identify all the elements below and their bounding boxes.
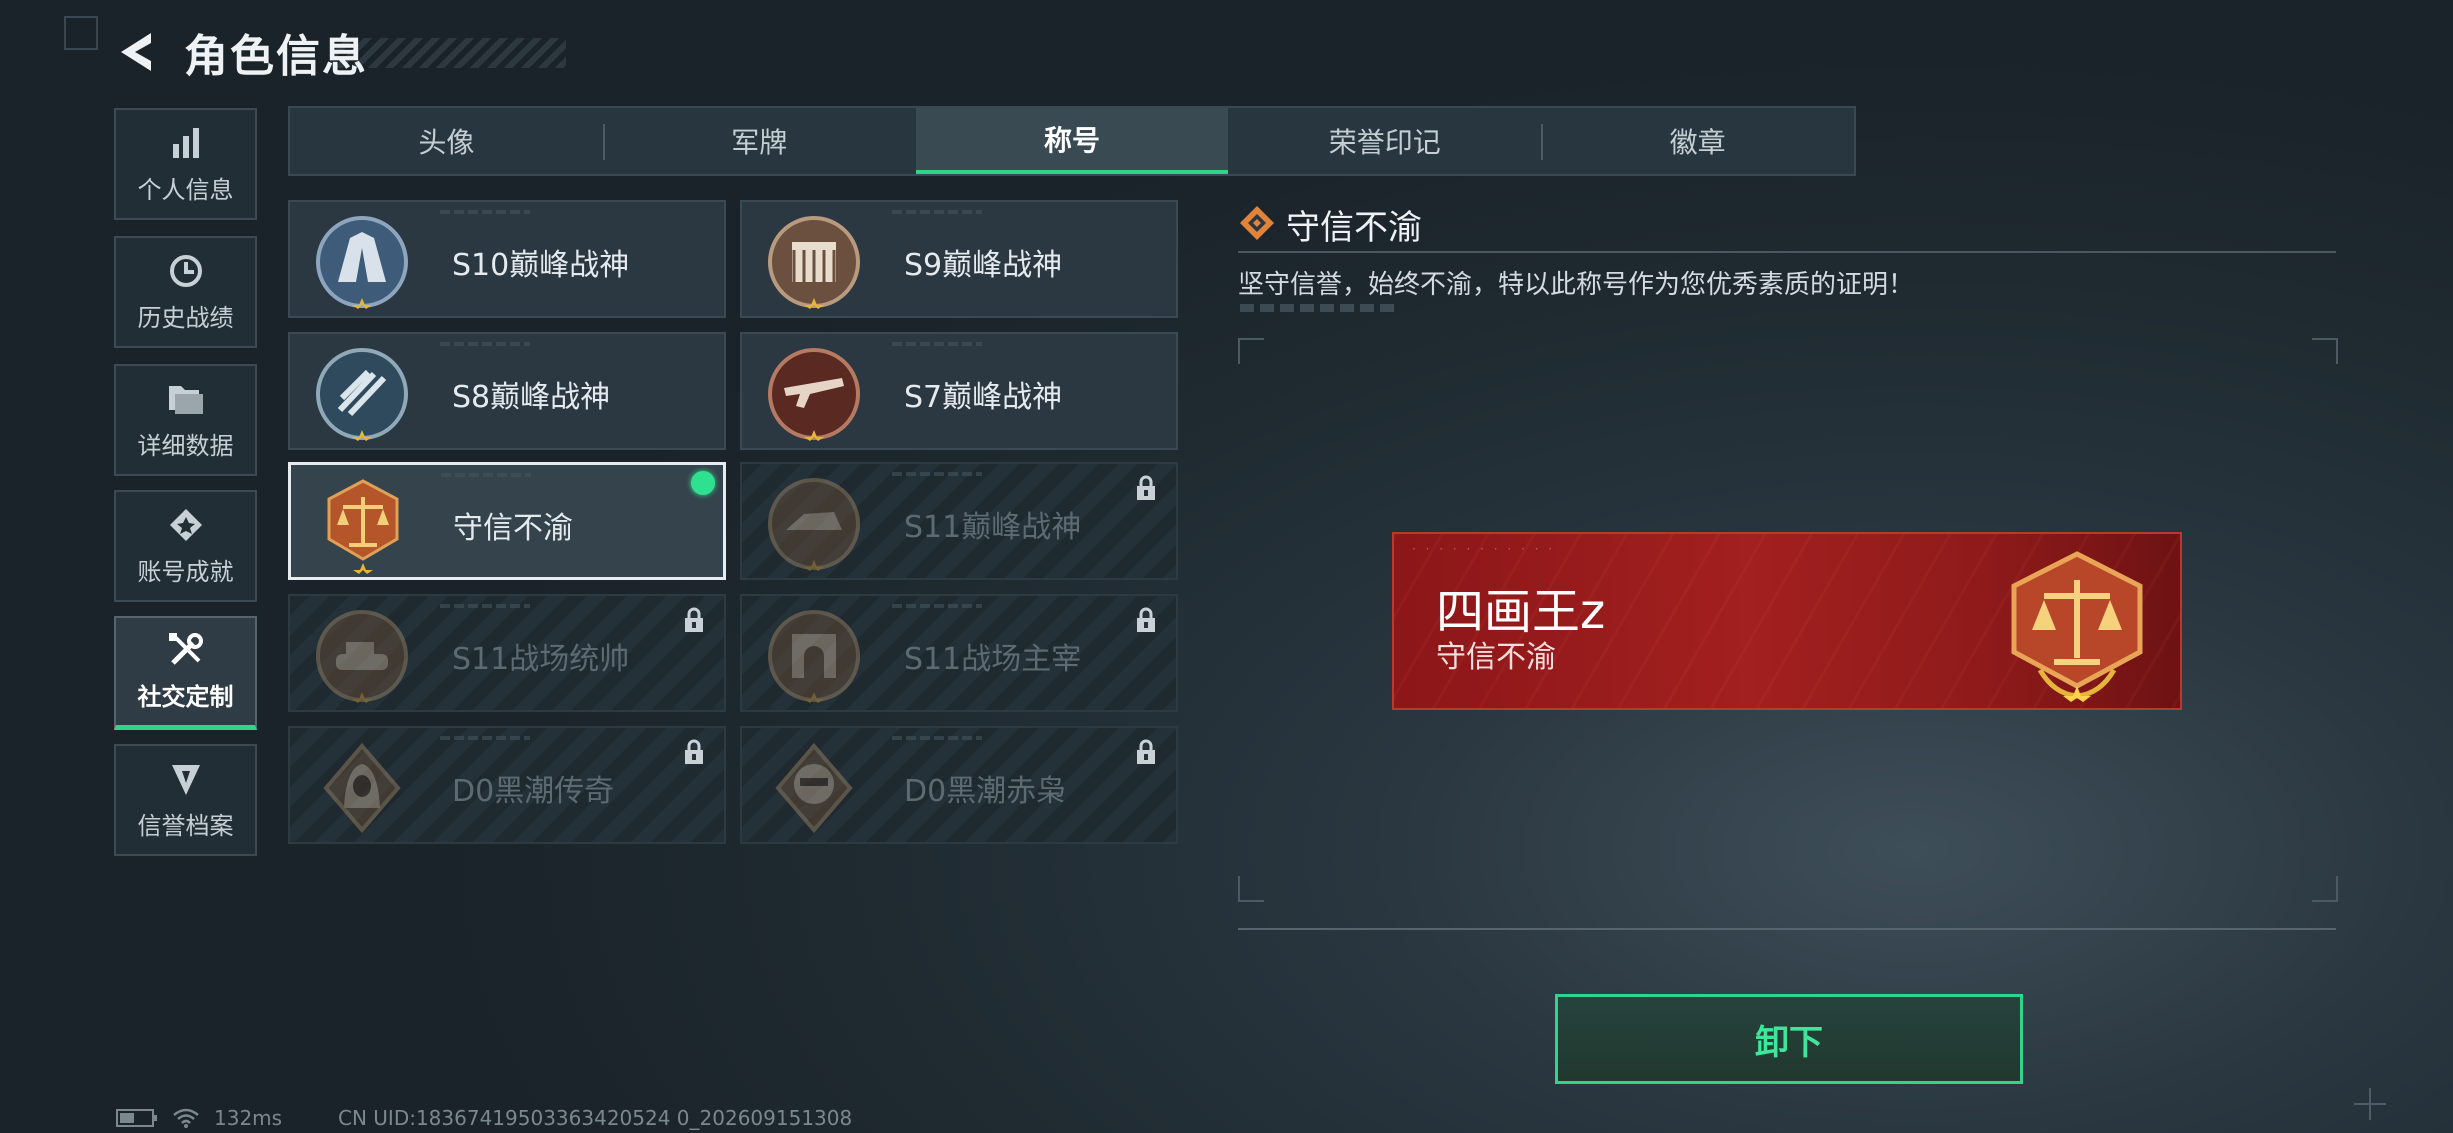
title-card[interactable]: S9巅峰战神 <box>740 200 1178 318</box>
unequip-button[interactable]: 卸下 <box>1555 994 2023 1084</box>
lock-icon <box>685 607 703 632</box>
back-button[interactable] <box>112 22 160 82</box>
lock-icon <box>685 739 703 764</box>
frame-corner <box>2312 876 2338 902</box>
frame-corner <box>1238 876 1264 902</box>
battery-icon <box>116 1109 157 1127</box>
sidebar-item-label: 社交定制 <box>137 683 234 711</box>
tab-avatar[interactable]: 头像 <box>290 108 603 174</box>
frame-corner <box>1238 338 1264 364</box>
title-name: S8巅峰战神 <box>452 380 611 415</box>
tab-dog-tag[interactable]: 军牌 <box>602 108 916 174</box>
nameplate-preview: · · · · · · · · · · · 四画王z 守信不渝 <box>1392 532 2182 710</box>
s9-emblem-icon <box>768 216 860 309</box>
sidebar-item-label: 信誉档案 <box>137 811 234 840</box>
sidebar-item-label: 账号成就 <box>137 557 234 586</box>
ping-value: 132ms <box>214 1106 283 1130</box>
back-arrow-icon <box>121 33 151 71</box>
reputation-icon <box>167 760 205 798</box>
scales-emblem-icon <box>327 479 399 574</box>
title-name: S11战场主宰 <box>904 642 1082 677</box>
s7-emblem-icon <box>768 348 860 441</box>
nameplate-decoration: · · · · · · · · · · · <box>1412 542 1556 556</box>
status-bar: 132ms <box>116 1106 282 1130</box>
lock-icon <box>1137 607 1155 632</box>
divider <box>1238 251 2336 253</box>
wrench-screwdriver-icon <box>167 631 205 669</box>
sidebar-item-reputation[interactable]: 信誉档案 <box>114 744 257 856</box>
bar-chart-icon <box>167 124 205 162</box>
s11-emblem-icon <box>768 478 860 571</box>
title-name: 守信不渝 <box>453 511 573 546</box>
corner-frame <box>64 16 98 50</box>
sidebar-item-achievements[interactable]: 账号成就 <box>114 490 257 602</box>
sidebar-item-label: 个人信息 <box>137 175 234 204</box>
title-card[interactable]: S7巅峰战神 <box>740 332 1178 450</box>
title-card-selected[interactable]: 守信不渝 <box>288 462 726 580</box>
detail-description: 坚守信誉，始终不渝，特以此称号作为您优秀素质的证明！ <box>1238 270 1915 300</box>
tab-honor-mark[interactable]: 荣誉印记 <box>1228 108 1541 174</box>
category-tabs: 头像 军牌 称号 荣誉印记 徽章 <box>288 106 1856 176</box>
s8-emblem-icon <box>316 348 408 441</box>
detail-title: 守信不渝 <box>1286 208 1422 248</box>
uid-text: CN UID:18367419503363420524 0_2026091513… <box>338 1106 853 1130</box>
masked-soldier-emblem-icon <box>775 742 853 834</box>
player-title: 守信不渝 <box>1436 640 1556 675</box>
title-diamond-icon <box>1240 206 1274 240</box>
s10-emblem-icon <box>316 216 408 309</box>
sidebar-item-label: 详细数据 <box>137 431 234 460</box>
frame-corner <box>2312 338 2338 364</box>
title-card-locked[interactable]: S11战场主宰 <box>740 594 1178 712</box>
sidebar-item-detailed-data[interactable]: 详细数据 <box>114 364 257 476</box>
title-name: D0黑潮传奇 <box>452 774 615 809</box>
title-card-locked[interactable]: D0黑潮赤枭 <box>740 726 1178 844</box>
sidebar-item-social-custom[interactable]: 社交定制 <box>114 616 257 730</box>
title-card-locked[interactable]: S11战场统帅 <box>288 594 726 712</box>
achievement-icon <box>167 506 205 544</box>
title-name: S9巅峰战神 <box>904 248 1063 283</box>
history-clock-icon <box>167 252 205 290</box>
lock-icon <box>1137 739 1155 764</box>
sidebar-item-label: 历史战绩 <box>137 303 234 332</box>
title-card[interactable]: S10巅峰战神 <box>288 200 726 318</box>
arch-emblem-icon <box>768 610 860 703</box>
title-name: S10巅峰战神 <box>452 248 630 283</box>
title-name: S7巅峰战神 <box>904 380 1063 415</box>
lock-icon <box>1137 475 1155 500</box>
title-card[interactable]: S8巅峰战神 <box>288 332 726 450</box>
description-decoration <box>1240 304 1398 312</box>
divider <box>1238 928 2336 930</box>
sidebar-item-history[interactable]: 历史战绩 <box>114 236 257 348</box>
title-name: S11战场统帅 <box>452 642 630 677</box>
equipped-indicator <box>691 471 715 495</box>
title-card-locked[interactable]: D0黑潮传奇 <box>288 726 726 844</box>
hooded-figure-emblem-icon <box>323 742 401 834</box>
title-name: D0黑潮赤枭 <box>904 774 1067 809</box>
page-title: 角色信息 <box>184 31 368 82</box>
folder-icon <box>167 380 205 418</box>
crosshair-decoration-icon <box>2354 1088 2386 1120</box>
tank-emblem-icon <box>316 610 408 703</box>
title-name: S11巅峰战神 <box>904 510 1082 545</box>
tab-badge[interactable]: 徽章 <box>1541 108 1854 174</box>
scales-emblem-icon <box>2011 551 2143 702</box>
sidebar-item-personal-info[interactable]: 个人信息 <box>114 108 257 220</box>
tab-title[interactable]: 称号 <box>915 108 1229 174</box>
wifi-icon <box>173 1108 199 1128</box>
title-card-locked[interactable]: S11巅峰战神 <box>740 462 1178 580</box>
